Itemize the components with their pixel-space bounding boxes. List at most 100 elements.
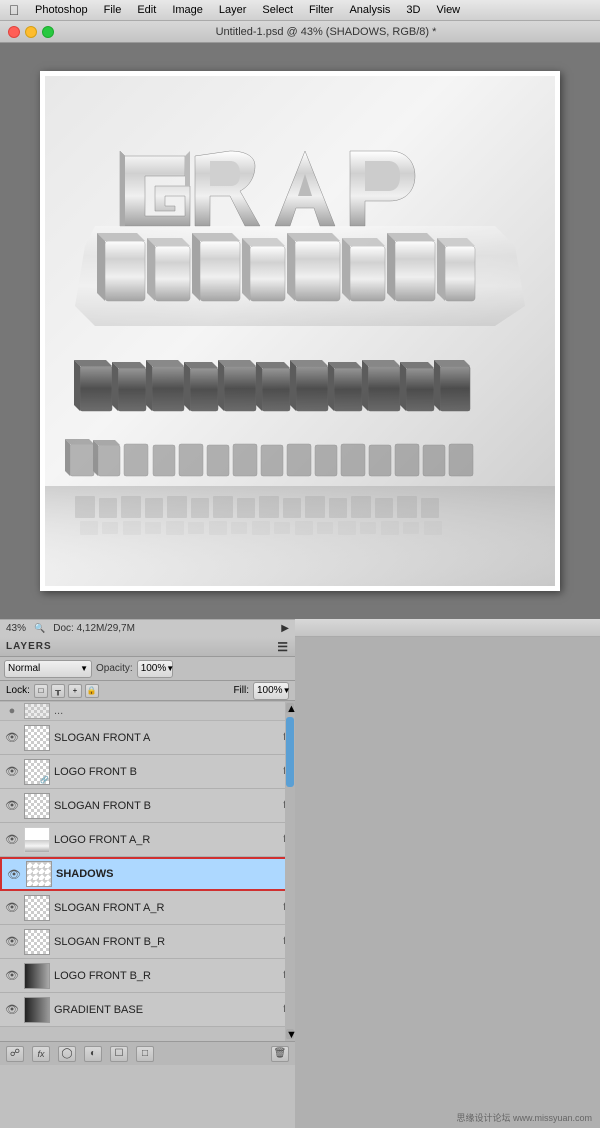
titlebar: Untitled-1.psd @ 43% (SHADOWS, RGB/8) * <box>0 21 600 43</box>
layer-row[interactable]: 👁 GRADIENT BASE fx <box>0 993 295 1027</box>
layer-mask-button[interactable]: ◯ <box>58 1046 76 1062</box>
layer-name: SLOGAN FRONT B_R <box>54 936 275 948</box>
layers-header: LAYERS ☰ <box>0 637 295 657</box>
layer-name: LOGO FRONT B <box>54 766 275 778</box>
fill-label: Fill: <box>233 685 249 696</box>
zoom-icon[interactable]: 🔍 <box>34 623 45 634</box>
fill-input[interactable]: 100% ▼ <box>253 682 289 700</box>
layer-row[interactable]: 👁 SLOGAN FRONT A_R fx <box>0 891 295 925</box>
scrollbar-thumb[interactable] <box>286 717 294 787</box>
opacity-input[interactable]: 100% ▼ <box>137 660 173 678</box>
visibility-icon[interactable]: 👁 <box>4 832 20 848</box>
apple-logo[interactable]:  <box>6 2 22 18</box>
lock-icons: □ ╥ + 🔒 <box>34 684 99 698</box>
lock-image-button[interactable]: ╥ <box>51 684 65 698</box>
menu-filter[interactable]: Filter <box>302 3 340 17</box>
visibility-icon[interactable]: 👁 <box>4 934 20 950</box>
fill-arrow: ▼ <box>283 686 291 695</box>
canvas-wrapper <box>40 71 560 591</box>
right-content: 思缘设计论坛 www.missyuan.com <box>295 619 600 1128</box>
layer-row[interactable]: ● ... <box>0 701 295 721</box>
layers-menu-icon[interactable]: ☰ <box>277 640 289 654</box>
active-layer-arrow: ► <box>0 866 4 882</box>
delete-layer-button[interactable]: 🗑 <box>271 1046 289 1062</box>
layers-toolbar: ☍ fx ◯ ◐ ☐ □ 🗑 <box>0 1041 295 1065</box>
right-empty: 思缘设计论坛 www.missyuan.com <box>295 637 600 1128</box>
menu-photoshop[interactable]: Photoshop <box>28 3 95 17</box>
layers-title: LAYERS <box>6 641 52 652</box>
opacity-label: Opacity: <box>96 663 133 674</box>
opacity-arrow: ▼ <box>166 664 174 673</box>
layers-scroll-area: ● ... 👁 SLOGAN FRONT A fx 👁 🔗 LOGO FRONT… <box>0 701 295 1041</box>
layer-thumbnail <box>24 929 50 955</box>
layer-thumbnail <box>24 963 50 989</box>
fill-value-text: 100% <box>257 685 283 696</box>
menu-layer[interactable]: Layer <box>212 3 254 17</box>
menu-analysis[interactable]: Analysis <box>342 3 397 17</box>
layers-controls: Normal ▼ Opacity: 100% ▼ <box>0 657 295 681</box>
lock-row: Lock: □ ╥ + 🔒 Fill: 100% ▼ <box>0 681 295 701</box>
layer-name: ... <box>54 705 291 717</box>
layers-scrollbar[interactable]: ▲ ▼ <box>285 701 295 1041</box>
layer-row[interactable]: 👁 🔗 LOGO FRONT B fx <box>0 755 295 789</box>
menu-image[interactable]: Image <box>165 3 210 17</box>
document-title: Untitled-1.psd @ 43% (SHADOWS, RGB/8) * <box>60 26 592 38</box>
right-panel: 思缘设计论坛 www.missyuan.com <box>295 619 600 1128</box>
layer-row-shadows[interactable]: ► 👁 SHADOWS <box>0 857 295 891</box>
layer-name: SLOGAN FRONT B <box>54 800 275 812</box>
layer-row[interactable]: 👁 SLOGAN FRONT A fx <box>0 721 295 755</box>
blend-mode-select[interactable]: Normal ▼ <box>4 660 92 678</box>
layer-row[interactable]: 👁 SLOGAN FRONT B_R fx <box>0 925 295 959</box>
menu-select[interactable]: Select <box>255 3 300 17</box>
visibility-icon[interactable]: 👁 <box>4 730 20 746</box>
link-layers-button[interactable]: ☍ <box>6 1046 24 1062</box>
right-statusbar <box>295 619 600 637</box>
menu-edit[interactable]: Edit <box>130 3 163 17</box>
visibility-icon[interactable]: ● <box>4 703 20 719</box>
maximize-button[interactable] <box>42 26 54 38</box>
layer-row[interactable]: 👁 LOGO FRONT A_R fx <box>0 823 295 857</box>
opacity-value-text: 100% <box>141 663 167 674</box>
layers-panel: 43% 🔍 Doc: 4,12M/29,7M ▶ LAYERS ☰ Normal… <box>0 619 295 1128</box>
layer-thumbnail <box>24 703 50 719</box>
menu-3d[interactable]: 3D <box>399 3 427 17</box>
menu-view[interactable]: View <box>429 3 467 17</box>
traffic-lights <box>8 26 54 38</box>
status-arrow[interactable]: ▶ <box>281 623 289 634</box>
layer-name: SLOGAN FRONT A_R <box>54 902 275 914</box>
new-layer-button[interactable]: □ <box>136 1046 154 1062</box>
lock-transparent-button[interactable]: □ <box>34 684 48 698</box>
visibility-icon[interactable]: 👁 <box>4 798 20 814</box>
statusbar: 43% 🔍 Doc: 4,12M/29,7M ▶ <box>0 619 295 637</box>
layer-name: LOGO FRONT A_R <box>54 834 275 846</box>
layer-thumbnail <box>24 895 50 921</box>
layer-thumbnail <box>24 793 50 819</box>
new-group-button[interactable]: ☐ <box>110 1046 128 1062</box>
menu-file[interactable]: File <box>97 3 129 17</box>
close-button[interactable] <box>8 26 20 38</box>
visibility-icon[interactable]: 👁 <box>4 900 20 916</box>
visibility-icon[interactable]: 👁 <box>4 1002 20 1018</box>
blend-mode-arrow: ▼ <box>80 664 88 673</box>
layer-name: LOGO FRONT B_R <box>54 970 275 982</box>
minimize-button[interactable] <box>25 26 37 38</box>
main-layout: 43% 🔍 Doc: 4,12M/29,7M ▶ LAYERS ☰ Normal… <box>0 619 600 1128</box>
blend-mode-value: Normal <box>8 663 40 674</box>
watermark: 思缘设计论坛 www.missyuan.com <box>456 1111 592 1124</box>
layer-thumbnail: 🔗 <box>24 759 50 785</box>
canvas-image <box>45 76 555 586</box>
layer-thumbnail <box>24 725 50 751</box>
visibility-icon[interactable]: 👁 <box>6 866 22 882</box>
lock-position-button[interactable]: + <box>68 684 82 698</box>
visibility-icon[interactable]: 👁 <box>4 968 20 984</box>
adjustment-layer-button[interactable]: ◐ <box>84 1046 102 1062</box>
layer-thumbnail <box>24 827 50 853</box>
layer-thumbnail <box>24 997 50 1023</box>
canvas-area <box>0 43 600 619</box>
visibility-icon[interactable]: 👁 <box>4 764 20 780</box>
layer-thumbnail <box>26 861 52 887</box>
lock-all-button[interactable]: 🔒 <box>85 684 99 698</box>
layer-row[interactable]: 👁 SLOGAN FRONT B fx <box>0 789 295 823</box>
layer-style-button[interactable]: fx <box>32 1046 50 1062</box>
layer-row[interactable]: 👁 LOGO FRONT B_R fx <box>0 959 295 993</box>
